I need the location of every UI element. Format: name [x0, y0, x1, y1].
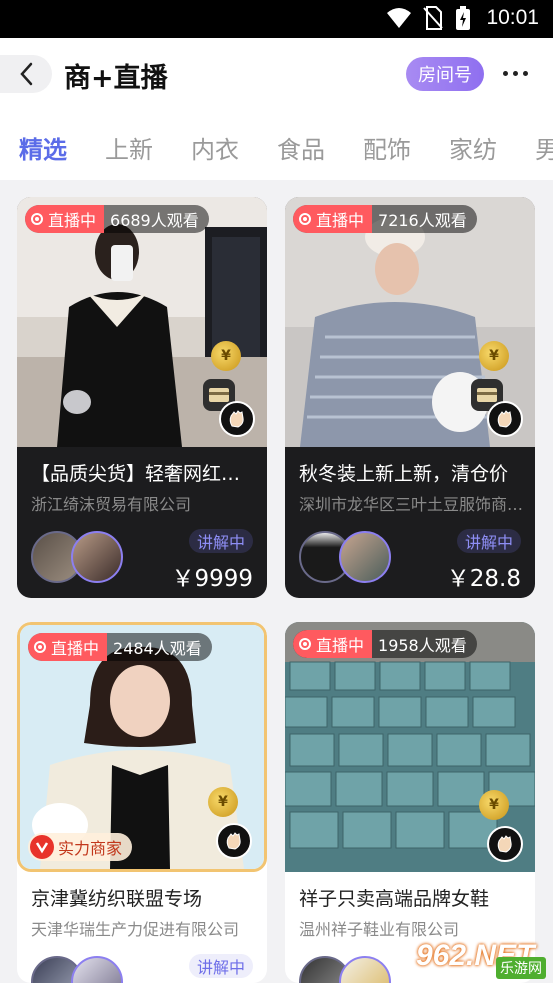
viewer-count: 6689人观看 — [110, 211, 199, 230]
brand-tag: 实力商家 — [28, 833, 133, 861]
product-thumbs — [31, 531, 131, 583]
category-tabs: 精选 上新 内衣 食品 配饰 家纺 男 — [0, 114, 553, 180]
tab-featured[interactable]: 精选 — [19, 130, 67, 165]
header: 商+直播 房间号 — [0, 38, 553, 114]
coin-icon: ¥ — [479, 790, 509, 820]
back-button[interactable] — [0, 55, 52, 93]
product-thumbs — [31, 956, 131, 983]
card-title: 京津冀纺织联盟专场 — [31, 888, 203, 910]
live-label: 直播中 — [316, 211, 365, 230]
viewer-count: 1958人观看 — [378, 636, 467, 655]
product-thumb[interactable] — [71, 956, 123, 983]
live-card[interactable]: 直播中 1958人观看 ¥ 祥子只卖高端品牌女鞋 温州祥子鞋业有限公司 — [285, 622, 535, 983]
live-badge: 直播中 7216人观看 — [293, 205, 477, 233]
live-label: 直播中 — [48, 211, 97, 230]
live-dot-icon — [31, 213, 43, 225]
tab-accessories[interactable]: 配饰 — [363, 130, 411, 165]
product-thumbs — [299, 531, 399, 583]
explaining-badge: 讲解中 — [188, 954, 253, 978]
tab-men[interactable]: 男 — [535, 130, 553, 165]
tab-new[interactable]: 上新 — [105, 130, 153, 165]
live-cover-image: 直播中 2484人观看 实力商家 ¥ — [17, 622, 267, 872]
viewer-count: 7216人观看 — [378, 211, 467, 230]
explaining-badge: 讲解中 — [456, 529, 521, 553]
live-dot-icon — [299, 638, 311, 650]
clap-icon[interactable] — [487, 826, 523, 862]
tab-home-textiles[interactable]: 家纺 — [449, 130, 497, 165]
live-card[interactable]: 直播中 2484人观看 实力商家 ¥ 京津冀纺织联盟专场 天津华瑞生产力促进有限… — [17, 622, 267, 983]
card-title: 祥子只卖高端品牌女鞋 — [299, 888, 490, 910]
shop-name: 天津华瑞生产力促进有限公司 — [31, 920, 240, 939]
coin-icon: ¥ — [479, 341, 509, 371]
shop-name: 浙江绮沫贸易有限公司 — [31, 495, 192, 514]
product-thumb[interactable] — [339, 956, 391, 983]
live-badge: 直播中 1958人观看 — [293, 630, 477, 658]
live-cover-image: 直播中 1958人观看 ¥ — [285, 622, 535, 872]
product-thumbs — [299, 956, 399, 983]
live-cover-image: 直播中 7216人观看 ¥ — [285, 197, 535, 447]
status-icons — [387, 6, 471, 30]
viewer-count: 2484人观看 — [113, 639, 202, 658]
live-dot-icon — [299, 213, 311, 225]
product-thumb[interactable] — [71, 531, 123, 583]
more-icon[interactable] — [496, 58, 534, 88]
live-dot-icon — [34, 641, 46, 653]
product-thumb[interactable] — [339, 531, 391, 583]
live-card[interactable]: 直播中 7216人观看 ¥ 秋冬装上新上新，清仓价 深圳市龙华区三叶土豆服饰商…… — [285, 197, 535, 598]
clap-icon[interactable] — [219, 401, 255, 437]
live-label: 直播中 — [316, 636, 365, 655]
live-cover-image: 直播中 6689人观看 ¥ — [17, 197, 267, 447]
status-bar: 10:01 — [0, 0, 553, 38]
coin-icon: ¥ — [208, 787, 238, 817]
no-sim-icon — [423, 6, 443, 30]
tab-food[interactable]: 食品 — [277, 130, 325, 165]
price: ￥9999 — [171, 566, 253, 592]
live-badge: 直播中 2484人观看 — [28, 633, 212, 661]
wifi-icon — [387, 8, 411, 28]
fx-icons: ¥ — [471, 341, 523, 437]
live-card[interactable]: 直播中 6689人观看 ¥ 【品质尖货】轻奢网红… 浙江绮沫贸易有限公司 讲解中… — [17, 197, 267, 598]
status-time: 10:01 — [486, 6, 539, 29]
coin-icon: ¥ — [211, 341, 241, 371]
back-arrow-icon — [20, 62, 33, 86]
fx-icons: ¥ — [200, 787, 252, 859]
watermark-sub: 乐游网 — [496, 957, 546, 979]
site-watermark: 962.NET 乐游网 — [416, 933, 550, 979]
tab-underwear[interactable]: 内衣 — [191, 130, 239, 165]
clap-icon[interactable] — [487, 401, 523, 437]
shield-icon — [30, 835, 54, 859]
live-badge: 直播中 6689人观看 — [25, 205, 209, 233]
battery-icon — [456, 6, 470, 30]
explaining-badge: 讲解中 — [188, 529, 253, 553]
fx-icons: ¥ — [203, 341, 255, 437]
card-title: 【品质尖货】轻奢网红… — [31, 463, 241, 485]
page-title: 商+直播 — [64, 63, 168, 94]
card-title: 秋冬装上新上新，清仓价 — [299, 463, 509, 485]
live-label: 直播中 — [51, 639, 100, 658]
brand-label: 实力商家 — [58, 839, 123, 858]
room-number-button[interactable]: 房间号 — [406, 57, 484, 91]
fx-icons: ¥ — [471, 790, 523, 862]
price: ￥28.8 — [446, 566, 521, 592]
shop-name: 深圳市龙华区三叶土豆服饰商… — [299, 495, 523, 514]
clap-icon[interactable] — [216, 823, 252, 859]
